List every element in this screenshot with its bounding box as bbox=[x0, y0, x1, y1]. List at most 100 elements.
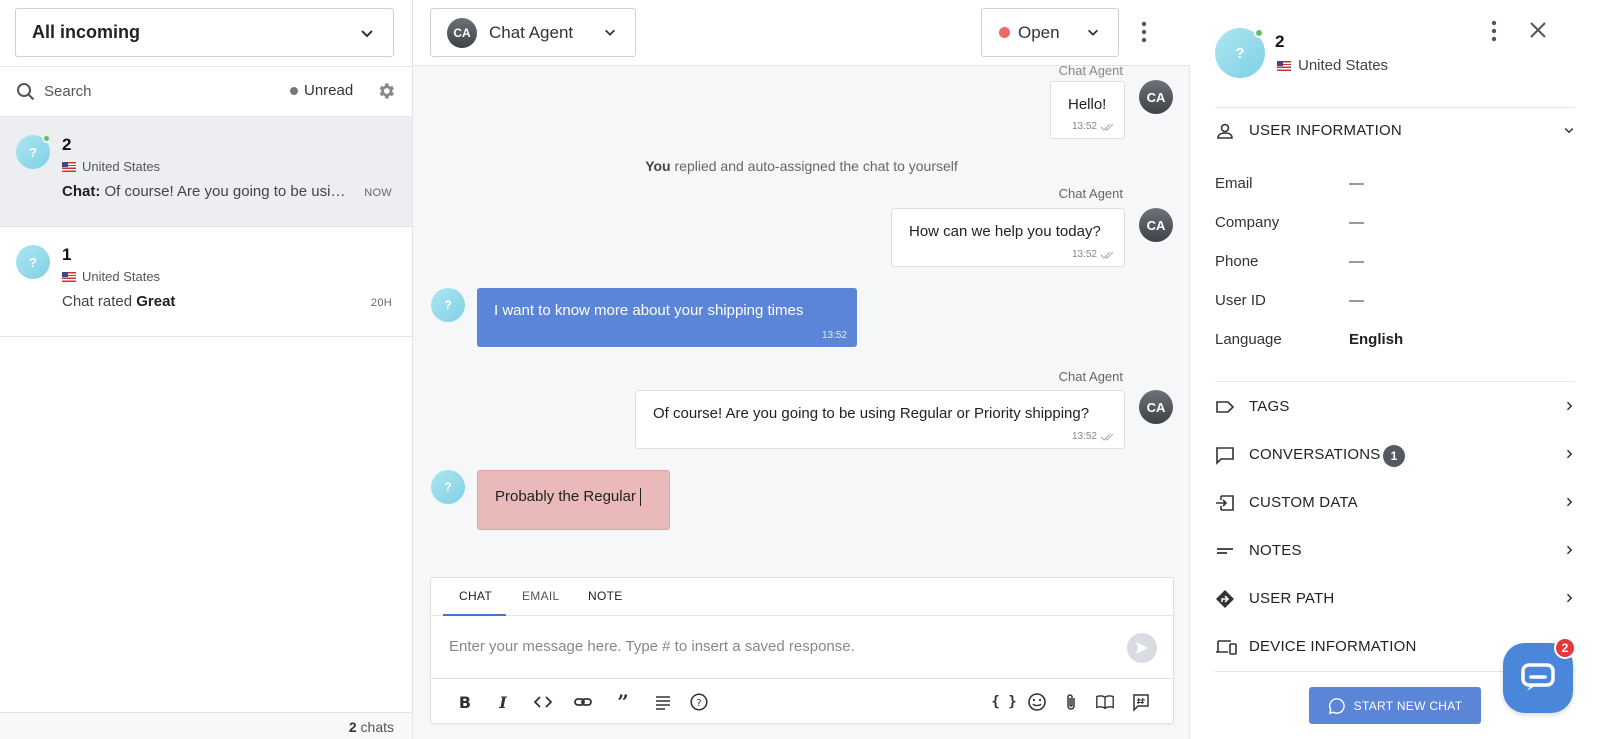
help-icon[interactable]: ? bbox=[689, 692, 709, 712]
composer-tabs: CHAT EMAIL NOTE bbox=[431, 578, 1173, 616]
preview-prefix: Chat rated bbox=[62, 293, 137, 310]
visitor-avatar: ? bbox=[431, 470, 465, 504]
conversation-location: United States bbox=[62, 269, 160, 284]
message-time: 13:52 bbox=[1071, 431, 1097, 442]
list-icon[interactable] bbox=[653, 692, 673, 712]
conversation-preview: Chat: Of course! Are you going to be usi… bbox=[62, 183, 352, 200]
emoji-icon[interactable] bbox=[1027, 692, 1047, 712]
bold-icon[interactable]: B bbox=[455, 692, 475, 712]
user-icon bbox=[1217, 123, 1233, 139]
saved-response-icon[interactable] bbox=[1131, 692, 1151, 712]
chevron-down-icon bbox=[1088, 29, 1098, 36]
custom-data-section[interactable]: CUSTOM DATA bbox=[1215, 480, 1575, 528]
message-time: 13:52 bbox=[821, 330, 847, 341]
preview-prefix: Chat: bbox=[62, 183, 101, 200]
tab-email[interactable]: EMAIL bbox=[522, 589, 560, 603]
visitor-avatar: ? bbox=[16, 245, 50, 279]
location-text: United States bbox=[82, 269, 161, 284]
visitor-avatar: ? bbox=[431, 288, 465, 322]
route-icon bbox=[1216, 590, 1234, 608]
conversations-section[interactable]: CONVERSATIONS 1 bbox=[1215, 432, 1575, 480]
inbox-filter-select[interactable]: All incoming bbox=[15, 8, 394, 57]
message-text: I want to know more about your shipping … bbox=[494, 302, 804, 319]
section-label: CONVERSATIONS bbox=[1249, 446, 1381, 463]
field-label-email: Email bbox=[1215, 175, 1253, 192]
notes-section[interactable]: NOTES bbox=[1215, 528, 1575, 576]
variables-icon[interactable]: { } bbox=[991, 692, 1017, 712]
field-value-email[interactable]: — bbox=[1349, 175, 1364, 192]
agent-message-bubble: Of course! Are you going to be using Reg… bbox=[635, 390, 1125, 449]
visitor-avatar: ? bbox=[1215, 28, 1265, 78]
field-value-company[interactable]: — bbox=[1349, 214, 1364, 231]
status-select[interactable]: Open bbox=[981, 8, 1119, 57]
list-divider bbox=[0, 336, 412, 337]
gear-icon[interactable] bbox=[376, 81, 396, 101]
italic-icon[interactable]: I bbox=[493, 692, 513, 712]
send-button[interactable] bbox=[1127, 633, 1157, 663]
more-options-icon[interactable] bbox=[1491, 20, 1497, 42]
conversation-time: 20H bbox=[370, 297, 392, 309]
conversations-count-badge: 1 bbox=[1383, 445, 1405, 467]
assignee-name: Chat Agent bbox=[489, 22, 574, 42]
status-label: Open bbox=[1018, 22, 1060, 42]
assignee-select[interactable]: CA Chat Agent bbox=[430, 8, 636, 57]
location-text: United States bbox=[1298, 57, 1389, 74]
start-new-chat-button[interactable]: START NEW CHAT bbox=[1309, 687, 1481, 724]
agent-avatar: CA bbox=[1139, 208, 1173, 242]
chevron-down-icon bbox=[605, 29, 615, 36]
user-details-panel: ? 2 United States USER INFORMATION Email… bbox=[1191, 0, 1600, 739]
devices-icon bbox=[1216, 640, 1237, 655]
message-sender: Chat Agent bbox=[1058, 369, 1123, 384]
conversation-item[interactable]: ? 1 United States Chat rated Great 20H bbox=[0, 226, 412, 336]
conversation-name: 1 bbox=[62, 245, 72, 264]
code-icon[interactable] bbox=[533, 692, 553, 712]
message-time: 13:52 bbox=[1071, 249, 1097, 260]
unread-label: Unread bbox=[304, 82, 354, 99]
formatting-toolbar: B I ” ? { } bbox=[431, 678, 1173, 724]
send-icon bbox=[1136, 642, 1148, 654]
field-value-phone[interactable]: — bbox=[1349, 253, 1364, 270]
message-meta: 13:52 bbox=[1072, 121, 1114, 132]
agent-avatar: CA bbox=[1139, 390, 1173, 424]
chat-count-number: 2 bbox=[348, 719, 357, 735]
quote-icon[interactable]: ” bbox=[613, 690, 633, 714]
user-information-header[interactable]: USER INFORMATION bbox=[1215, 108, 1575, 156]
status-dot-icon bbox=[999, 27, 1010, 38]
field-label-phone: Phone bbox=[1215, 253, 1259, 270]
field-value-user-id[interactable]: — bbox=[1349, 292, 1364, 309]
message-text: Hello! bbox=[1068, 96, 1107, 113]
custom-data-icon bbox=[1216, 495, 1234, 511]
tags-section[interactable]: TAGS bbox=[1215, 384, 1575, 432]
read-check-icon bbox=[1100, 251, 1114, 259]
visitor-message-bubble: I want to know more about your shipping … bbox=[477, 288, 857, 347]
chat-launcher-icon bbox=[1521, 663, 1555, 691]
section-label: CUSTOM DATA bbox=[1249, 494, 1358, 511]
more-options-icon[interactable] bbox=[1141, 20, 1147, 44]
tab-note[interactable]: NOTE bbox=[588, 589, 623, 603]
chat-count-label: chats bbox=[356, 719, 394, 735]
attachment-icon[interactable] bbox=[1061, 692, 1081, 712]
conversation-item[interactable]: ? 2 United States Chat: Of course! Are y… bbox=[0, 116, 412, 226]
message-sender: Chat Agent bbox=[1058, 63, 1123, 78]
search-input[interactable]: Search bbox=[44, 83, 92, 100]
chevron-right-icon bbox=[1566, 449, 1573, 459]
field-value-language[interactable]: English bbox=[1349, 331, 1403, 348]
search-icon[interactable] bbox=[16, 82, 36, 102]
link-icon[interactable] bbox=[573, 692, 593, 712]
online-indicator bbox=[42, 134, 51, 143]
message-meta: 13:52 bbox=[1072, 249, 1114, 260]
message-input[interactable]: Enter your message here. Type # to inser… bbox=[449, 638, 855, 655]
unread-filter[interactable]: Unread bbox=[290, 82, 353, 99]
list-toolbar: Search Unread bbox=[0, 66, 412, 116]
message-text: Of course! Are you going to be using Reg… bbox=[653, 405, 1090, 422]
knowledge-base-icon[interactable] bbox=[1095, 692, 1115, 712]
section-label: USER INFORMATION bbox=[1249, 122, 1402, 139]
message-sender: Chat Agent bbox=[1058, 186, 1123, 201]
tab-chat[interactable]: CHAT bbox=[459, 589, 492, 603]
notes-icon bbox=[1217, 548, 1233, 554]
message-text: How can we help you today? bbox=[909, 223, 1101, 240]
conversation-preview: Chat rated Great bbox=[62, 293, 352, 310]
user-path-section[interactable]: USER PATH bbox=[1215, 576, 1575, 624]
close-icon[interactable] bbox=[1528, 20, 1548, 40]
message-meta: 13:52 bbox=[822, 330, 847, 341]
